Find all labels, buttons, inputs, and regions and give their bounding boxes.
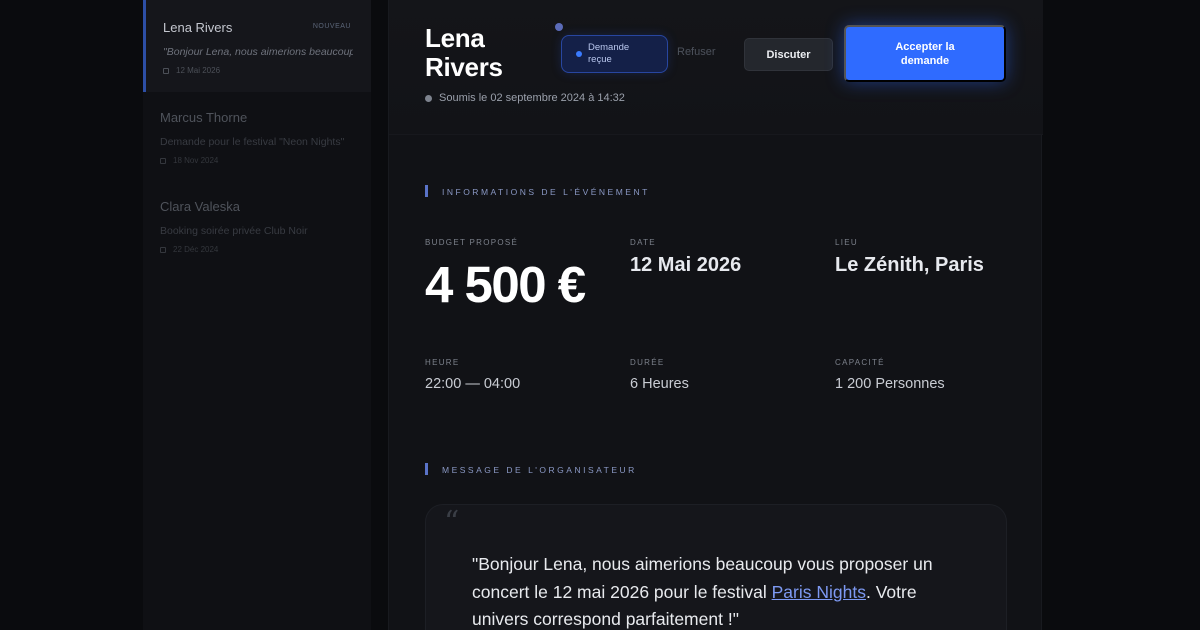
duration-field: DURÉE 6 Heures xyxy=(630,358,689,392)
festival-link[interactable]: Paris Nights xyxy=(772,582,866,602)
artist-name: Lena Rivers xyxy=(425,23,503,82)
date-field: DATE 12 Mai 2026 xyxy=(630,238,741,277)
venue-value: Le Zénith, Paris xyxy=(835,254,984,276)
request-date-row: 12 Mai 2026 xyxy=(163,66,353,75)
request-detail-panel: Lena Rivers Soumis le 02 septembre 2024 … xyxy=(388,0,1043,630)
status-label: Demande reçue xyxy=(588,42,630,65)
budget-field: BUDGET PROPOSÉ 4 500 € xyxy=(425,238,586,314)
accept-request-label: Accepter la demande xyxy=(895,40,955,67)
time-field: HEURE 22:00 — 04:00 xyxy=(425,358,520,392)
request-sender-name: Clara Valeska xyxy=(160,199,240,214)
submitted-timestamp: Soumis le 02 septembre 2024 à 14:32 xyxy=(425,92,625,104)
submitted-text: Soumis le 02 septembre 2024 à 14:32 xyxy=(439,92,625,104)
request-list: Lena Rivers NOUVEAU "Bonjour Lena, nous … xyxy=(143,0,371,630)
request-date: 22 Déc 2024 xyxy=(173,245,219,254)
clock-icon xyxy=(425,94,432,102)
status-badge: Demande reçue xyxy=(561,35,668,73)
venue-field: LIEU Le Zénith, Paris xyxy=(835,238,984,277)
accept-request-button[interactable]: Accepter la demande xyxy=(844,25,1006,82)
detail-header: Lena Rivers Soumis le 02 septembre 2024 … xyxy=(389,0,1043,135)
organizer-message-heading: MESSAGE DE L'ORGANISATEUR xyxy=(425,463,637,475)
request-date: 12 Mai 2026 xyxy=(176,66,221,75)
time-value: 22:00 — 04:00 xyxy=(425,376,521,392)
request-date-row: 22 Déc 2024 xyxy=(160,245,353,254)
quote-icon: “ xyxy=(444,505,460,540)
budget-label: BUDGET PROPOSÉ xyxy=(425,238,519,247)
request-item-content: Clara Valeska Booking soirée privée Club… xyxy=(160,199,353,254)
request-date-row: 18 Nov 2024 xyxy=(160,156,353,165)
organizer-message-card: “ "Bonjour Lena, nous aimerions beaucoup… xyxy=(425,504,1007,630)
request-item-content: Marcus Thorne Demande pour le festival "… xyxy=(160,110,353,165)
calendar-icon xyxy=(160,157,166,164)
request-preview: Booking soirée privée Club Noir xyxy=(160,225,308,237)
capacity-label: CAPACITÉ xyxy=(835,358,885,367)
refuse-button[interactable]: Refuser xyxy=(677,46,716,58)
organizer-message-text: "Bonjour Lena, nous aimerions beaucoup v… xyxy=(472,551,972,630)
capacity-field: CAPACITÉ 1 200 Personnes xyxy=(835,358,945,392)
request-preview: Demande pour le festival "Neon Nights" xyxy=(160,136,345,148)
request-date: 18 Nov 2024 xyxy=(173,156,219,165)
status-indicator-dot xyxy=(555,23,563,31)
time-label: HEURE xyxy=(425,358,460,367)
capacity-value: 1 200 Personnes xyxy=(835,376,945,392)
discuss-button[interactable]: Discuter xyxy=(744,38,833,71)
date-label: DATE xyxy=(630,238,656,247)
duration-value: 6 Heures xyxy=(630,376,689,392)
calendar-icon xyxy=(163,67,169,74)
status-dot-icon xyxy=(576,51,582,57)
new-badge: NOUVEAU xyxy=(312,23,351,30)
request-item-lena-rivers[interactable]: Lena Rivers NOUVEAU "Bonjour Lena, nous … xyxy=(143,0,371,92)
date-value: 12 Mai 2026 xyxy=(630,254,742,276)
budget-value: 4 500 € xyxy=(425,256,586,313)
calendar-icon xyxy=(160,246,166,253)
request-preview: "Bonjour Lena, nous aimerions beaucoup v… xyxy=(163,46,353,58)
duration-label: DURÉE xyxy=(630,358,665,367)
request-item-content: Lena Rivers NOUVEAU "Bonjour Lena, nous … xyxy=(163,20,353,75)
request-sender-name: Marcus Thorne xyxy=(160,110,248,125)
event-info-heading: INFORMATIONS DE L'ÉVÉNEMENT xyxy=(425,185,650,197)
venue-label: LIEU xyxy=(835,238,858,247)
